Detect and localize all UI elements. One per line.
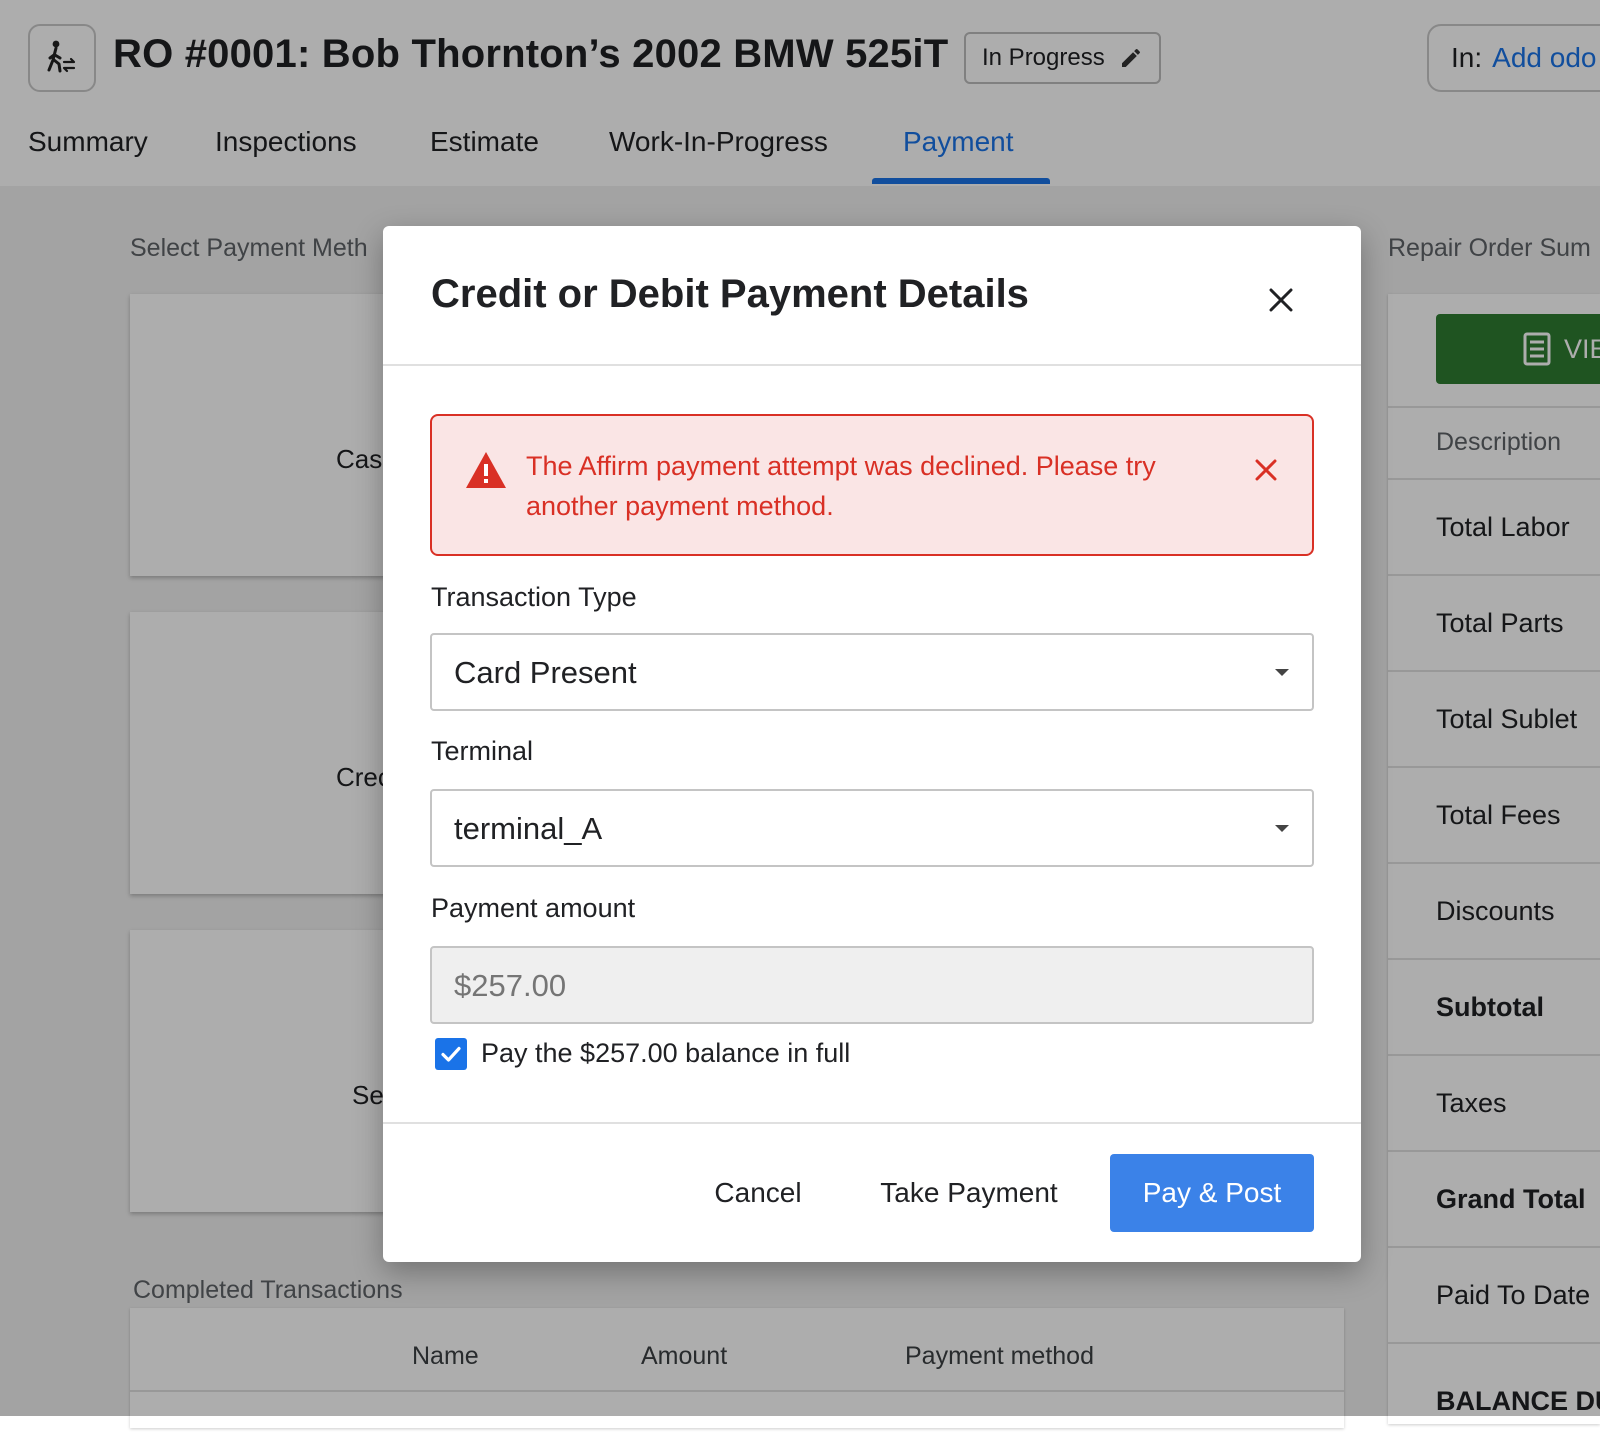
close-icon	[1255, 459, 1277, 481]
warning-triangle-icon	[466, 452, 506, 488]
terminal-value: terminal_A	[454, 811, 603, 846]
check-icon	[441, 1046, 461, 1062]
pay-and-post-button[interactable]: Pay & Post	[1110, 1154, 1314, 1232]
payment-amount-field[interactable]: $257.00	[430, 946, 1314, 1024]
dialog-close-button[interactable]	[1259, 278, 1303, 322]
payment-amount-value: $257.00	[454, 968, 567, 1003]
dialog-title: Credit or Debit Payment Details	[431, 272, 1029, 316]
take-payment-button[interactable]: Take Payment	[859, 1154, 1079, 1232]
pay-in-full-checkbox[interactable]	[435, 1038, 467, 1070]
alert-dismiss-button[interactable]	[1246, 450, 1286, 490]
cancel-button[interactable]: Cancel	[683, 1154, 833, 1232]
dialog-header-divider	[383, 364, 1361, 366]
dialog-footer-divider	[383, 1122, 1361, 1124]
transaction-type-label: Transaction Type	[431, 582, 637, 612]
terminal-select[interactable]: terminal_A	[430, 789, 1314, 867]
error-alert: The Affirm payment attempt was declined.…	[430, 414, 1314, 556]
transaction-type-select[interactable]: Card Present	[430, 633, 1314, 711]
payment-amount-label: Payment amount	[431, 893, 636, 923]
error-message: The Affirm payment attempt was declined.…	[526, 451, 1156, 521]
caret-down-icon	[1275, 825, 1289, 832]
close-icon	[1269, 288, 1293, 312]
caret-down-icon	[1275, 669, 1289, 676]
pay-in-full-label[interactable]: Pay the $257.00 balance in full	[481, 1038, 850, 1069]
transaction-type-value: Card Present	[454, 655, 637, 690]
terminal-label: Terminal	[431, 736, 534, 766]
payment-details-dialog: Credit or Debit Payment Details The Affi…	[383, 226, 1361, 1262]
